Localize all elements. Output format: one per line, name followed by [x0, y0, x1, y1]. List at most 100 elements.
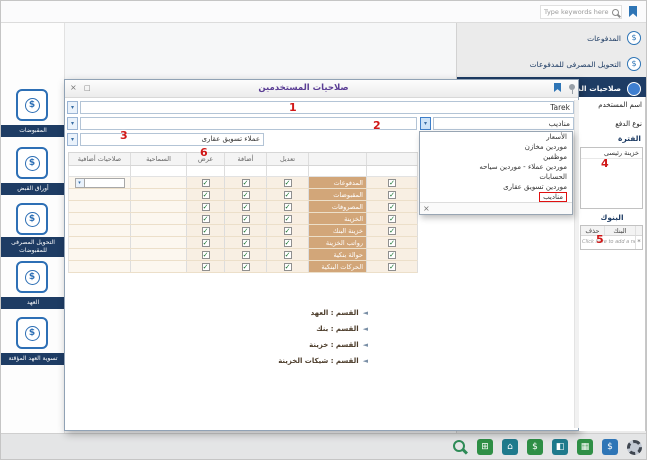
extra-permissions-cell[interactable]	[69, 213, 131, 224]
screen-name-cell[interactable]: حوالة بنكية	[309, 249, 367, 260]
grid-checkbox-cell[interactable]: ✓	[267, 225, 309, 236]
collapse-arrow-icon[interactable]: ◄	[363, 357, 368, 365]
enabled-checkbox[interactable]: ✓	[388, 263, 396, 271]
screen-name-cell[interactable]: المقبوضات	[309, 189, 367, 200]
add-checkbox[interactable]: ✓	[242, 203, 250, 211]
extra-permissions-cell[interactable]	[69, 225, 131, 236]
settings-gear-icon[interactable]	[627, 440, 642, 455]
sidebar-module-icon[interactable]: $	[16, 89, 48, 121]
grid-checkbox-cell[interactable]: ✓	[367, 237, 418, 248]
sidebar-module-icon[interactable]: $	[16, 261, 48, 293]
dialog-title-bar[interactable]: × □ صلاحيات المستخدمين	[65, 80, 578, 98]
enabled-checkbox[interactable]: ✓	[388, 227, 396, 235]
grid-checkbox-cell[interactable]: ✓	[225, 189, 267, 200]
popup-close-button[interactable]: ×	[420, 202, 572, 214]
view-checkbox[interactable]: ✓	[202, 203, 210, 211]
grid-column-header[interactable]: أضافة	[225, 153, 267, 165]
payment-type-field[interactable]: مناديب	[433, 117, 574, 130]
sidebar-item-label[interactable]: أوراق القبض	[1, 183, 65, 195]
view-checkbox[interactable]: ✓	[202, 179, 210, 187]
edit-checkbox[interactable]: ✓	[284, 251, 292, 259]
search-icon[interactable]	[453, 440, 465, 452]
grid-checkbox-cell[interactable]: ✓	[225, 249, 267, 260]
grid-checkbox-cell[interactable]: ✓	[187, 225, 225, 236]
allowance-cell[interactable]	[131, 189, 187, 200]
search-input[interactable]: Type keywords here	[540, 5, 622, 19]
extra-permissions-cell[interactable]: ▾	[69, 177, 131, 188]
bank-icon[interactable]: ⌂	[502, 439, 518, 455]
view-checkbox[interactable]: ✓	[202, 239, 210, 247]
grid-checkbox-cell[interactable]: ✓	[367, 177, 418, 188]
modules-icon[interactable]: ▦	[577, 439, 593, 455]
dropdown-option[interactable]: الأسعار	[420, 132, 572, 142]
grid-column-header[interactable]: صلاحيات أضافية	[69, 153, 131, 165]
collapsed-group-row[interactable]: ◄القسم : شيكات الخزينة	[68, 354, 418, 368]
coins-icon[interactable]: $	[527, 439, 543, 455]
grid-checkbox-cell[interactable]: ✓	[225, 177, 267, 188]
grid-column-header[interactable]: تعديل	[267, 153, 309, 165]
grid-column-header[interactable]	[367, 153, 418, 165]
collapsed-group-row[interactable]: ◄القسم : العهد	[68, 306, 418, 320]
grid-checkbox-cell[interactable]: ✓	[267, 261, 309, 272]
collapsed-group-row[interactable]: ◄القسم : بنك	[68, 322, 418, 336]
grid-checkbox-cell[interactable]: ✓	[267, 249, 309, 260]
grid-checkbox-cell[interactable]: ✓	[367, 225, 418, 236]
banks-new-row[interactable]: * Click here to add a new row	[581, 236, 642, 249]
screen-name-cell[interactable]: المصروفات	[309, 201, 367, 212]
grid-column-header[interactable]: عرض	[187, 153, 225, 165]
grid-checkbox-cell[interactable]: ✓	[267, 213, 309, 224]
dropdown-option[interactable]: موردين مخازن	[420, 142, 572, 152]
grid-filter-cell[interactable]	[367, 166, 418, 176]
grid-checkbox-cell[interactable]: ✓	[225, 213, 267, 224]
add-checkbox[interactable]: ✓	[242, 239, 250, 247]
allowance-cell[interactable]	[131, 201, 187, 212]
grid-checkbox-cell[interactable]: ✓	[367, 261, 418, 272]
enabled-checkbox[interactable]: ✓	[388, 239, 396, 247]
enabled-checkbox[interactable]: ✓	[388, 251, 396, 259]
grid-checkbox-cell[interactable]: ✓	[367, 249, 418, 260]
grid-checkbox-cell[interactable]: ✓	[187, 213, 225, 224]
grid-filter-cell[interactable]	[267, 166, 309, 176]
grid-checkbox-cell[interactable]: ✓	[267, 177, 309, 188]
secondary-combo-button[interactable]: ▾	[67, 117, 78, 130]
sidebar-item-label[interactable]: التحويل المصرفى للمقبوضات	[1, 237, 65, 257]
collapse-arrow-icon[interactable]: ◄	[363, 309, 368, 317]
screen-name-cell[interactable]: الحركات البنكية	[309, 261, 367, 272]
grid-column-header[interactable]	[309, 153, 367, 165]
bank-column-header[interactable]: البنك	[604, 226, 635, 235]
period-list-item[interactable]: خزينة رئيسى	[581, 148, 642, 159]
allowance-cell[interactable]	[131, 225, 187, 236]
edit-checkbox[interactable]: ✓	[284, 191, 292, 199]
grid-checkbox-cell[interactable]: ✓	[367, 189, 418, 200]
collapsed-group-row[interactable]: ◄القسم : خزينة	[68, 338, 418, 352]
add-new-row-hint[interactable]: Click here to add a new row	[581, 236, 635, 249]
enabled-checkbox[interactable]: ✓	[388, 179, 396, 187]
sidebar-item-label[interactable]: العهد	[1, 297, 65, 309]
secondary-combo-field[interactable]	[80, 117, 417, 130]
period-list[interactable]: خزينة رئيسى	[580, 147, 643, 209]
grid-filter-cell[interactable]	[69, 166, 131, 176]
dropdown-option[interactable]: الحسابات	[420, 172, 572, 182]
pin-icon[interactable]	[569, 84, 575, 90]
chart-icon[interactable]: ◧	[552, 439, 568, 455]
dropdown-option[interactable]: مناديب	[420, 192, 572, 202]
favorite-bookmark-icon[interactable]	[554, 83, 561, 92]
extra-permissions-cell[interactable]	[69, 261, 131, 272]
add-checkbox[interactable]: ✓	[242, 251, 250, 259]
grid-checkbox-cell[interactable]: ✓	[187, 189, 225, 200]
edit-checkbox[interactable]: ✓	[284, 239, 292, 247]
screen-name-cell[interactable]: رواتب الخزينة	[309, 237, 367, 248]
grid-checkbox-cell[interactable]: ✓	[187, 177, 225, 188]
grid-filter-cell[interactable]	[225, 166, 267, 176]
grid-filter-cell[interactable]	[131, 166, 187, 176]
dropdown-option[interactable]: موظفين	[420, 152, 572, 162]
bookmark-icon[interactable]	[629, 6, 637, 17]
username-field[interactable]: Tarek	[80, 101, 574, 114]
view-checkbox[interactable]: ✓	[202, 215, 210, 223]
add-checkbox[interactable]: ✓	[242, 227, 250, 235]
grid-checkbox-cell[interactable]: ✓	[367, 201, 418, 212]
edit-checkbox[interactable]: ✓	[284, 203, 292, 211]
allowance-cell[interactable]	[131, 249, 187, 260]
add-checkbox[interactable]: ✓	[242, 179, 250, 187]
allowance-cell[interactable]	[131, 237, 187, 248]
